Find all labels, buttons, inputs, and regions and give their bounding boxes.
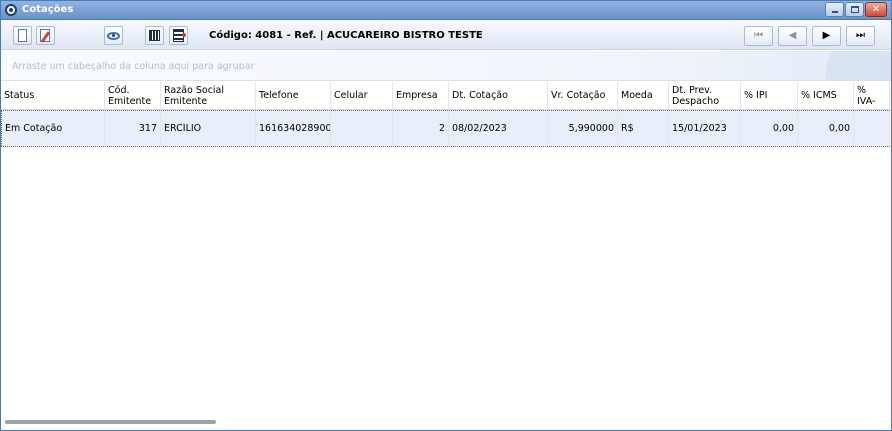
column-header[interactable]: Empresa [393, 82, 449, 109]
maximize-icon [851, 6, 859, 13]
cell-icms[interactable]: 0,00 [798, 111, 854, 146]
edit-document-icon [40, 29, 50, 42]
cell-vr-cotacao[interactable]: 5,990000 [548, 111, 618, 146]
column-header[interactable]: Celular [331, 82, 393, 109]
previous-record-button[interactable]: ◀ [778, 26, 807, 46]
next-record-button[interactable]: ▶ [812, 26, 841, 46]
column-header[interactable]: Moeda [618, 82, 669, 109]
last-record-button[interactable]: ⏭ [846, 26, 875, 46]
column-header[interactable]: Dt. Prev. Despacho [669, 82, 741, 109]
grid-view-icon [149, 30, 160, 41]
new-document-icon [18, 29, 27, 42]
columns-config-icon [173, 29, 186, 42]
toolbar: Código: 4081 - Ref. | ACUCAREIRO BISTRO … [1, 21, 891, 50]
column-header[interactable]: Dt. Cotação [449, 82, 548, 109]
quotes-grid: Status Cód. Emitente Razão Social Emiten… [1, 82, 891, 422]
minimize-button[interactable] [825, 2, 844, 17]
column-header[interactable]: % IPI [741, 82, 798, 109]
grid-view-button[interactable] [145, 26, 164, 45]
column-header[interactable]: % ICMS [798, 82, 854, 109]
cell-ipi[interactable]: 0,00 [741, 111, 798, 146]
minimize-icon [832, 11, 838, 13]
horizontal-scrollbar[interactable] [5, 420, 216, 424]
close-button[interactable]: ✕ [865, 2, 887, 17]
panel-decoration [731, 51, 891, 81]
column-header[interactable]: Status [1, 82, 105, 109]
group-by-hint: Arraste um cabeçalho da coluna aqui para… [12, 61, 255, 72]
column-header[interactable]: % IVA- [854, 82, 890, 109]
column-header[interactable]: Vr. Cotação [548, 82, 618, 109]
record-code-label: Código: 4081 - Ref. | ACUCAREIRO BISTRO … [209, 30, 483, 41]
column-header[interactable]: Telefone [256, 82, 331, 109]
record-navigator: ⏮ ◀ ▶ ⏭ [744, 26, 875, 46]
column-header[interactable]: Cód. Emitente [105, 82, 161, 109]
columns-config-button[interactable] [169, 26, 188, 45]
cell-status[interactable]: Em Cotação [1, 111, 105, 146]
new-button[interactable] [13, 26, 32, 45]
title-bar[interactable]: Cotações ✕ [1, 1, 891, 20]
maximize-button[interactable] [845, 2, 864, 17]
cell-empresa[interactable]: 2 [393, 111, 449, 146]
column-header[interactable]: Razão Social Emitente [161, 82, 256, 109]
grid-header-row: Status Cód. Emitente Razão Social Emiten… [1, 82, 890, 110]
table-row[interactable]: Em Cotação 317 ERCILIO 161634028900 2 08… [1, 110, 890, 147]
cotacoes-window: Cotações ✕ Código: 4081 - Ref. | ACUCARE… [0, 0, 892, 431]
cell-dt-prev-despacho[interactable]: 15/01/2023 [669, 111, 741, 146]
group-by-panel[interactable]: Arraste um cabeçalho da coluna aqui para… [1, 51, 891, 81]
cell-celular[interactable] [331, 111, 393, 146]
view-button[interactable] [104, 26, 123, 45]
edit-button[interactable] [36, 26, 55, 45]
cell-dt-cotacao[interactable]: 08/02/2023 [449, 111, 548, 146]
app-logo-icon [5, 4, 17, 16]
first-record-button[interactable]: ⏮ [744, 26, 773, 46]
view-eye-icon [107, 32, 120, 40]
cell-cod-emitente[interactable]: 317 [105, 111, 161, 146]
window-controls: ✕ [825, 2, 887, 17]
close-icon: ✕ [871, 4, 881, 15]
cell-iva[interactable] [854, 111, 890, 146]
cell-telefone[interactable]: 161634028900 [256, 111, 331, 146]
window-title: Cotações [22, 4, 74, 15]
cell-moeda[interactable]: R$ [618, 111, 669, 146]
cell-razao-social[interactable]: ERCILIO [161, 111, 256, 146]
